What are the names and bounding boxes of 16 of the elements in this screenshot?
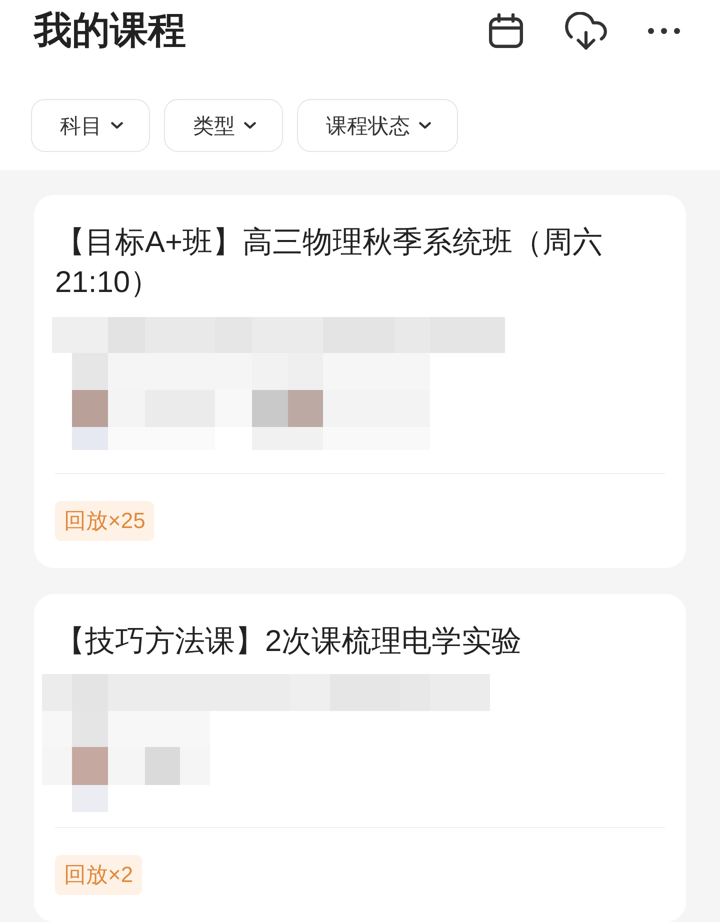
replay-count-tag: 回放×2 <box>55 855 142 895</box>
filter-dropdown[interactable]: 课程状态 <box>297 99 458 152</box>
course-card[interactable]: 【目标A+班】高三物理秋季系统班（周六21:10） 回放×25 <box>34 195 686 568</box>
chevron-down-icon <box>419 122 431 129</box>
chevron-down-icon <box>111 122 123 129</box>
filter-dropdown[interactable]: 类型 <box>164 99 283 152</box>
course-title: 【技巧方法课】2次课梳理电学实验 <box>55 624 522 660</box>
course-card[interactable]: 【技巧方法课】2次课梳理电学实验 回放×2 <box>34 594 686 922</box>
more-icon[interactable] <box>648 28 680 34</box>
replay-count-tag: 回放×25 <box>55 501 154 541</box>
page-title: 我的课程 <box>34 8 186 54</box>
chevron-down-icon <box>244 122 256 129</box>
course-title: 【目标A+班】高三物理秋季系统班（周六21:10） <box>55 225 604 301</box>
calendar-icon[interactable] <box>488 12 524 48</box>
cloud-download-icon[interactable] <box>564 12 608 50</box>
filter-dropdown[interactable]: 科目 <box>31 99 150 152</box>
